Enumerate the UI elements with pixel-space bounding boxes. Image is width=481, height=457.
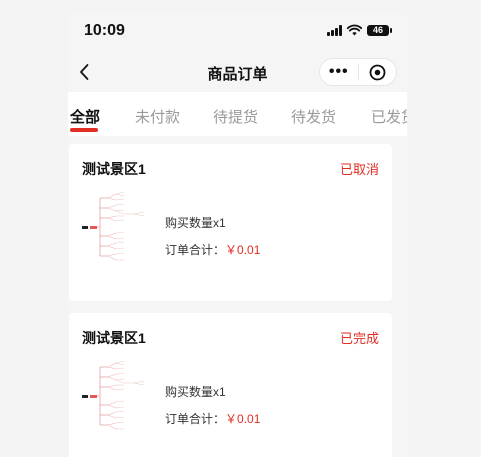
order-card[interactable]: 测试景区1 已取消 购买数量x1 订单合计：￥0.01 — [69, 144, 392, 301]
status-icons: 46 — [327, 24, 392, 36]
more-dots-icon[interactable]: ••• — [320, 59, 358, 85]
tab-unpaid[interactable]: 未付款 — [135, 106, 180, 127]
battery-icon: 46 — [367, 24, 392, 36]
order-total-label: 订单合计： — [165, 412, 226, 426]
tab-shipped[interactable]: 已发货 — [371, 106, 407, 127]
target-close-icon[interactable] — [359, 64, 397, 81]
tab-to-ship[interactable]: 待发货 — [291, 106, 336, 127]
mindmap-thumbnail — [82, 191, 145, 261]
status-time: 10:09 — [84, 22, 125, 39]
purchase-quantity: 购买数量x1 — [165, 216, 226, 230]
nav-bar: 商品订单 ••• — [68, 52, 407, 92]
scenic-name: 测试景区1 — [82, 330, 146, 346]
order-card[interactable]: 测试景区1 已完成 购买数量x1 订单合计：￥0.01 — [69, 313, 392, 457]
phone-screen: 10:09 46 商品订单 ••• 全部 未付款 待提货 待发货 已发 测试景区… — [68, 12, 407, 457]
signal-icon — [327, 24, 342, 36]
order-total-value: ￥0.01 — [225, 243, 261, 257]
order-total-label: 订单合计： — [165, 243, 226, 257]
tab-all[interactable]: 全部 — [70, 106, 100, 127]
purchase-quantity: 购买数量x1 — [165, 385, 226, 399]
status-bar: 10:09 46 — [68, 12, 407, 52]
mindmap-thumbnail — [82, 360, 145, 430]
tab-pickup[interactable]: 待提货 — [213, 106, 258, 127]
scenic-name: 测试景区1 — [82, 161, 146, 177]
order-total: 订单合计：￥0.01 — [165, 241, 260, 258]
active-tab-indicator — [70, 128, 98, 132]
wifi-icon — [347, 24, 362, 36]
mini-program-capsule: ••• — [319, 58, 397, 86]
order-status: 已完成 — [339, 331, 379, 346]
order-status: 已取消 — [339, 162, 379, 177]
order-tabs: 全部 未付款 待提货 待发货 已发货 — [68, 92, 407, 136]
order-total: 订单合计：￥0.01 — [165, 410, 260, 427]
order-total-value: ￥0.01 — [225, 412, 261, 426]
